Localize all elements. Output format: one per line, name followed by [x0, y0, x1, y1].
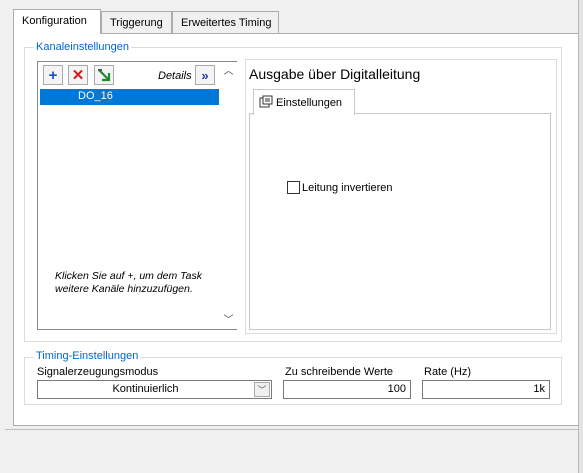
tab-konfiguration[interactable]: Konfiguration [13, 9, 101, 34]
timing-settings-title: Timing-Einstellungen [34, 350, 141, 362]
einstellungen-page: Leitung invertieren [249, 113, 551, 330]
checkbox-box[interactable] [287, 181, 300, 194]
tab-triggerung[interactable]: Triggerung [101, 11, 172, 33]
tab-label: Konfiguration [22, 15, 87, 27]
channel-detail-panel: Ausgabe über Digitalleitung Einstellunge… [245, 59, 557, 334]
tab-label: Triggerung [110, 17, 163, 29]
chevron-down-icon[interactable]: ﹀ [254, 382, 270, 397]
invert-line-checkbox[interactable]: Leitung invertieren [287, 181, 393, 194]
settings-sheet-icon [259, 95, 273, 108]
double-chevron-right-icon: » [201, 67, 209, 83]
samples-label: Zu schreibende Werte [285, 366, 394, 378]
tab-einstellungen[interactable]: Einstellungen [253, 89, 355, 115]
channel-list[interactable]: + ✕ Details » DO_16 Klicken Sie auf +, u… [37, 61, 237, 330]
scroll-up-icon[interactable]: ︿ [223, 66, 234, 77]
details-toggle-button[interactable]: » [195, 65, 215, 85]
channel-hint: Klicken Sie auf +, um dem Task weitere K… [55, 270, 202, 295]
rename-channel-button[interactable] [94, 65, 114, 85]
red-x-icon: ✕ [71, 66, 85, 84]
subtab-label: Einstellungen [276, 97, 343, 109]
channel-name: DO_16 [78, 90, 113, 102]
channel-list-scrollbar[interactable]: ︿ ﹀ [220, 62, 237, 329]
plus-icon: + [48, 66, 58, 84]
samples-value: 100 [387, 383, 406, 395]
bottom-separator [5, 429, 578, 430]
green-arrow-icon [98, 69, 111, 82]
add-channel-button[interactable]: + [43, 65, 63, 85]
channel-toolbar: + ✕ Details » [38, 62, 220, 89]
checkbox-label: Leitung invertieren [302, 182, 393, 194]
tab-erweitertes-timing[interactable]: Erweitertes Timing [172, 11, 279, 33]
tab-label: Erweitertes Timing [181, 17, 272, 29]
samples-input[interactable]: 100 [283, 380, 411, 399]
scroll-down-icon[interactable]: ﹀ [223, 315, 234, 326]
rate-input[interactable]: 1k [422, 380, 550, 399]
panel-title: Ausgabe über Digitalleitung [249, 66, 421, 82]
mode-label: Signalerzeugungsmodus [37, 366, 159, 378]
mode-select[interactable]: Kontinuierlich ﹀ [37, 380, 272, 399]
window-frame-edge [578, 0, 583, 473]
channel-item-selected[interactable]: DO_16 [40, 89, 219, 105]
rate-label: Rate (Hz) [424, 366, 472, 378]
channel-settings-title: Kanaleinstellungen [34, 41, 131, 53]
remove-channel-button[interactable]: ✕ [68, 65, 88, 85]
tab-strip: Konfiguration Triggerung Erweitertes Tim… [0, 0, 583, 34]
rate-value: 1k [533, 383, 545, 395]
details-label: Details [158, 70, 192, 82]
mode-select-value: Kontinuierlich [112, 383, 179, 395]
